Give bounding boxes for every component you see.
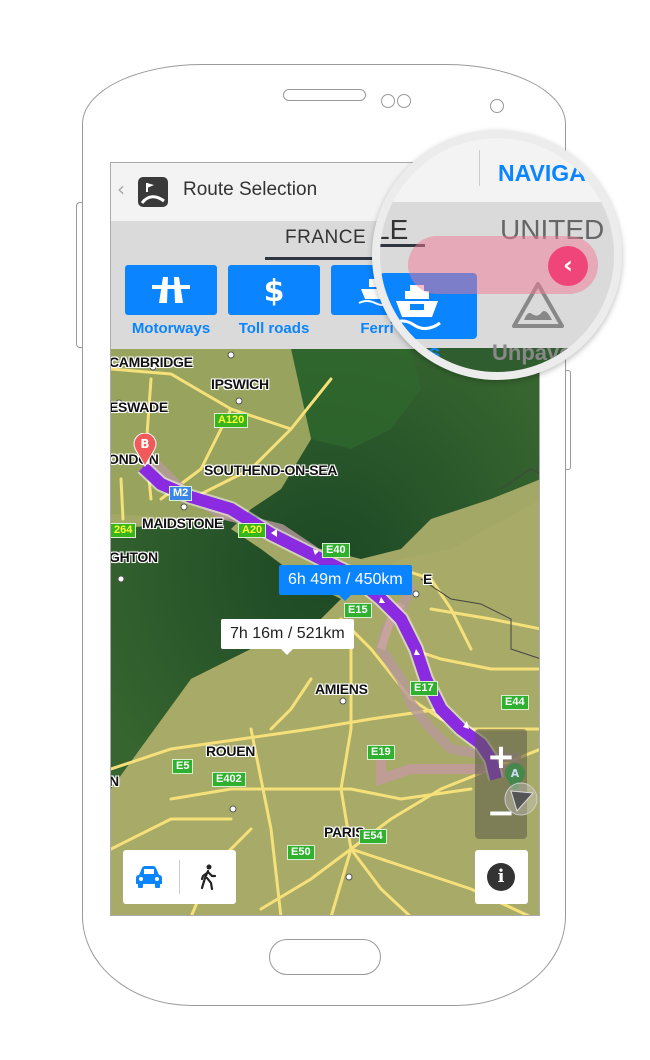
city-label-eswade: ESWADE: [111, 399, 168, 415]
route-distance: 521km: [296, 625, 345, 642]
dollar-icon: $: [264, 274, 285, 309]
road-shield: E5: [172, 759, 194, 774]
alternative-route-bubble[interactable]: 7h 16m / 521km: [221, 619, 354, 655]
road-shield: E40: [322, 543, 350, 558]
magnifier-overlay: NAVIGAT LE UNITED K ies Unpave ‹: [372, 130, 622, 380]
svg-text:$: $: [264, 274, 285, 309]
road-shield: E17: [410, 681, 438, 696]
city-label-rouen: ROUEN: [206, 743, 256, 759]
city-label-amiens: AMIENS: [315, 681, 368, 697]
volume-button: [76, 202, 82, 348]
primary-route-bubble[interactable]: 6h 49m / 450km: [279, 565, 412, 601]
car-icon[interactable]: [135, 865, 163, 889]
road-shield: E15: [344, 603, 372, 618]
transport-mode-selector: [123, 850, 236, 904]
city-label-partial-e: E: [423, 571, 433, 587]
map-view[interactable]: CAMBRIDGE IPSWICH ESWADE ONDON SOUTHEND-…: [111, 349, 539, 915]
city-label-maidstone: MAIDSTONE: [142, 515, 224, 531]
svg-text:A: A: [511, 767, 520, 780]
location-arrow-icon[interactable]: [503, 781, 539, 817]
walk-icon[interactable]: [199, 864, 217, 890]
city-label-partial-n: N: [111, 773, 119, 789]
road-shield: A20: [238, 523, 267, 538]
road-shield: E54: [359, 829, 387, 844]
avoid-toll-roads-button[interactable]: $ Toll roads: [228, 265, 320, 337]
road-shield: E402: [212, 772, 246, 787]
city-label-cambridge: CAMBRIDGE: [111, 354, 193, 370]
back-chevron-icon[interactable]: ‹: [117, 177, 125, 201]
avoid-label: Toll roads: [238, 320, 310, 337]
info-button[interactable]: i: [475, 850, 528, 904]
home-button[interactable]: [269, 939, 381, 975]
route-separator: /: [283, 625, 297, 642]
page-title: Route Selection: [183, 179, 318, 200]
route-separator: /: [341, 571, 355, 588]
avoid-ferries-label-magnified: ies: [410, 340, 441, 365]
divider: [179, 860, 180, 894]
road-shield: 264: [111, 523, 137, 538]
avoid-label: Motorways: [131, 320, 211, 337]
earpiece-speaker: [283, 89, 366, 101]
navigate-button[interactable]: NAVIGAT: [498, 160, 598, 187]
road-shield: M2: [169, 486, 193, 501]
tab-france[interactable]: FRANCE: [285, 227, 366, 249]
route-duration: 7h 16m: [230, 625, 284, 642]
power-button: [566, 370, 571, 470]
front-camera: [381, 94, 395, 108]
destination-marker-b[interactable]: B: [133, 433, 157, 467]
avoid-motorways-button[interactable]: Motorways: [125, 265, 217, 337]
route-app-icon[interactable]: [138, 177, 168, 207]
motorway-icon: [152, 277, 190, 303]
road-shield: A120: [214, 413, 249, 428]
proximity-sensor: [490, 99, 504, 113]
road-shield: E19: [367, 745, 395, 760]
road-shield: E44: [501, 695, 529, 710]
divider: [479, 150, 480, 186]
road-shield: E50: [287, 845, 315, 860]
city-label-ghton: GHTON: [111, 549, 158, 565]
route-duration: 6h 49m: [288, 571, 342, 588]
svg-text:B: B: [140, 437, 149, 451]
tab-france-fragment: LE: [374, 214, 409, 245]
chevron-left-icon[interactable]: ‹: [548, 246, 588, 286]
light-sensor: [397, 94, 411, 108]
city-label-ipswich: IPSWICH: [211, 376, 269, 392]
city-label-southend: SOUTHEND-ON-SEA: [204, 462, 338, 478]
route-distance: 450km: [354, 571, 403, 588]
avoid-unpaved-label-magnified: Unpave: [492, 340, 572, 365]
info-icon: i: [487, 863, 515, 891]
